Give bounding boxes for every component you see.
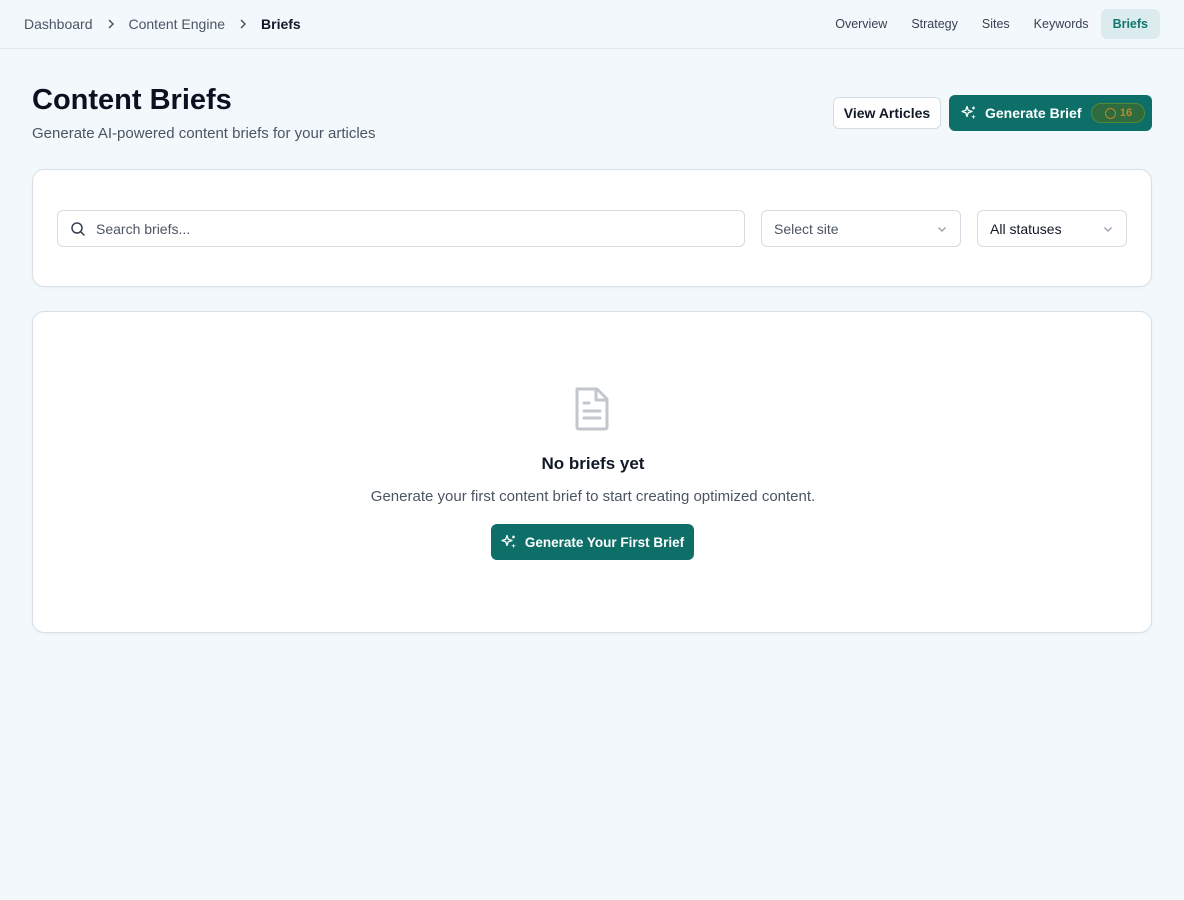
nav-keywords[interactable]: Keywords: [1022, 9, 1101, 39]
nav-sites[interactable]: Sites: [970, 9, 1022, 39]
page-title: Content Briefs: [32, 84, 232, 116]
top-bar: Dashboard Content Engine Briefs Overview…: [0, 0, 1184, 49]
search-icon: [71, 221, 85, 236]
breadcrumb: Dashboard Content Engine Briefs: [24, 16, 301, 32]
cost-badge: 16: [1091, 103, 1146, 123]
nav-strategy[interactable]: Strategy: [899, 9, 970, 39]
breadcrumb-content-engine[interactable]: Content Engine: [129, 16, 226, 32]
top-nav: Overview Strategy Sites Keywords Briefs: [823, 9, 1160, 39]
chevron-right-icon: [235, 16, 251, 32]
breadcrumb-current: Briefs: [261, 16, 301, 32]
view-articles-button[interactable]: View Articles: [833, 97, 941, 129]
site-select-value: Select site: [774, 220, 839, 237]
nav-briefs[interactable]: Briefs: [1100, 9, 1160, 39]
page-subtitle: Generate AI-powered content briefs for y…: [32, 125, 376, 142]
coin-icon: [1104, 107, 1116, 119]
sparkles-icon: [961, 105, 976, 120]
generate-brief-button[interactable]: Generate Brief 16: [949, 95, 1152, 131]
search-box[interactable]: [57, 210, 745, 247]
nav-overview[interactable]: Overview: [823, 9, 899, 39]
cost-value: 16: [1119, 107, 1133, 119]
generate-brief-label: Generate Brief: [985, 105, 1082, 121]
breadcrumb-dashboard[interactable]: Dashboard: [24, 16, 93, 32]
generate-first-brief-label: Generate Your First Brief: [524, 534, 685, 550]
file-text-icon: [575, 387, 609, 431]
empty-state-card: No briefs yet Generate your first conten…: [32, 311, 1152, 633]
filters-card: Select site All statuses: [32, 169, 1152, 287]
search-input[interactable]: [96, 220, 716, 237]
status-select-value: All statuses: [990, 220, 1062, 237]
view-articles-label: View Articles: [843, 105, 931, 121]
empty-state-description: Generate your first content brief to sta…: [370, 488, 816, 505]
chevron-down-icon: [1104, 226, 1112, 232]
site-select[interactable]: Select site: [761, 210, 961, 247]
status-select[interactable]: All statuses: [977, 210, 1127, 247]
empty-state-title: No briefs yet: [541, 454, 645, 473]
chevron-down-icon: [938, 226, 946, 232]
generate-first-brief-button[interactable]: Generate Your First Brief: [491, 524, 694, 560]
sparkles-icon: [501, 534, 516, 549]
chevron-right-icon: [103, 16, 119, 32]
